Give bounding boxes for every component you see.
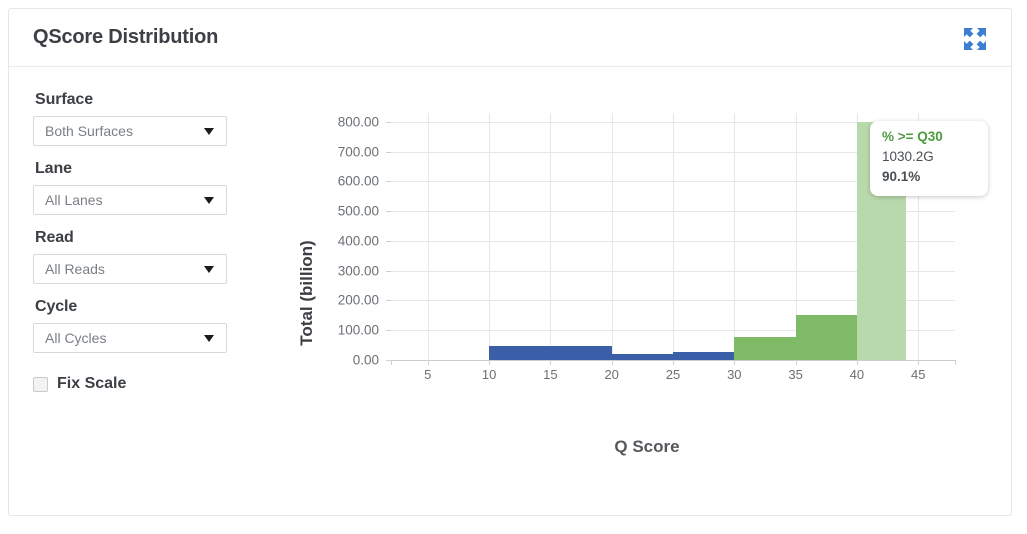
y-axis-tick-label: 600.00 xyxy=(337,173,379,189)
card-header: QScore Distribution xyxy=(9,9,1011,67)
y-axis-tick-label: 100.00 xyxy=(337,322,379,338)
y-axis-tick-label: 500.00 xyxy=(337,203,379,219)
lane-select[interactable]: All Lanes xyxy=(33,185,227,215)
y-axis-tick xyxy=(386,181,391,183)
chevron-down-icon xyxy=(204,335,214,342)
chevron-down-icon xyxy=(204,128,214,135)
y-axis-tick-label: 800.00 xyxy=(337,114,379,130)
x-gridline xyxy=(489,113,491,360)
y-axis-tick-labels: 0.00 100.00 200.00 300.00 400.00 500.00 600.00… xyxy=(295,113,385,367)
x-gridline xyxy=(427,113,429,360)
x-axis-tick-label: 30 xyxy=(727,367,742,382)
x-gridline xyxy=(734,113,736,360)
tooltip-total: 1030.2G xyxy=(882,149,934,164)
y-axis-tick-label: 400.00 xyxy=(337,233,379,249)
chart-bar[interactable] xyxy=(673,352,735,360)
fix-scale-label: Fix Scale xyxy=(57,375,127,392)
tooltip-percent: 90.1% xyxy=(882,168,921,184)
x-axis-tick xyxy=(795,360,797,365)
page-title: QScore Distribution xyxy=(33,26,219,48)
chart-controls-panel: Surface Both Surfaces Lane All Lanes Rea… xyxy=(33,91,263,393)
y-axis-tick-label: 300.00 xyxy=(337,263,379,279)
x-axis-tick-label: 5 xyxy=(424,367,432,382)
cycle-label: Cycle xyxy=(35,298,78,315)
tooltip-title: % >= Q30 xyxy=(882,129,943,144)
q30-tooltip: % >= Q30 1030.2G 90.1% xyxy=(870,121,988,197)
y-axis-tick xyxy=(386,270,391,272)
x-axis-tick-labels: 5 10 15 20 25 30 35 40 45 xyxy=(391,360,956,386)
x-axis-tick xyxy=(550,360,552,365)
chevron-down-icon xyxy=(204,266,214,273)
lane-select-value: All Lanes xyxy=(45,192,103,208)
lane-label: Lane xyxy=(35,160,72,177)
qscore-chart: Total (billion) Q Score 0.00 100.00 200.00… xyxy=(295,95,995,495)
surface-label: Surface xyxy=(35,91,93,108)
chart-bar[interactable] xyxy=(734,336,796,360)
y-axis-tick xyxy=(386,211,391,213)
qscore-distribution-card: QScore Distribution Surface Both Surface… xyxy=(8,8,1012,516)
x-axis-tick-label: 25 xyxy=(665,367,681,382)
read-select[interactable]: All Reads xyxy=(33,254,227,284)
x-axis-tick xyxy=(489,360,491,365)
x-axis-tick xyxy=(611,360,613,365)
chart-bar[interactable] xyxy=(795,314,857,360)
surface-select[interactable]: Both Surfaces xyxy=(33,116,227,146)
y-axis-tick xyxy=(386,151,391,153)
x-axis-tick xyxy=(673,360,674,365)
y-axis-tick-label: 0.00 xyxy=(352,352,379,368)
cycle-select-value: All Cycles xyxy=(45,330,107,346)
read-select-value: All Reads xyxy=(45,261,105,277)
x-gridline xyxy=(611,113,613,360)
x-axis-tick-label: 45 xyxy=(910,367,926,382)
y-axis-tick xyxy=(386,330,391,332)
surface-select-value: Both Surfaces xyxy=(45,123,133,139)
x-axis-endcap-tick xyxy=(391,360,392,365)
x-axis-tick xyxy=(856,360,858,365)
cycle-select[interactable]: All Cycles xyxy=(33,323,227,353)
x-axis-tick xyxy=(734,360,736,365)
x-gridline xyxy=(550,113,552,360)
x-axis-tick-label: 35 xyxy=(788,367,803,382)
chart-bar[interactable] xyxy=(489,345,612,360)
x-axis-title: Q Score xyxy=(614,437,680,456)
x-axis-tick-label: 40 xyxy=(849,367,865,382)
x-axis-tick-label: 10 xyxy=(481,367,497,382)
read-label: Read xyxy=(35,229,74,246)
x-axis-tick xyxy=(427,360,429,365)
expand-arrows-icon[interactable] xyxy=(961,25,989,53)
y-axis-tick-label: 700.00 xyxy=(337,144,379,160)
fix-scale-row[interactable]: Fix Scale xyxy=(33,375,263,393)
x-axis-tick xyxy=(918,360,920,365)
chevron-down-icon xyxy=(204,197,214,204)
y-axis-tick-label: 200.00 xyxy=(337,292,379,308)
y-axis-tick xyxy=(386,121,391,123)
y-axis-tick xyxy=(386,300,391,302)
fix-scale-checkbox[interactable] xyxy=(33,376,48,392)
x-gridline xyxy=(673,113,674,360)
x-axis-tick-label: 20 xyxy=(604,367,619,382)
x-axis-tick-label: 15 xyxy=(543,367,558,382)
x-axis-endcap-tick xyxy=(955,360,956,365)
y-axis-tick xyxy=(386,240,391,242)
